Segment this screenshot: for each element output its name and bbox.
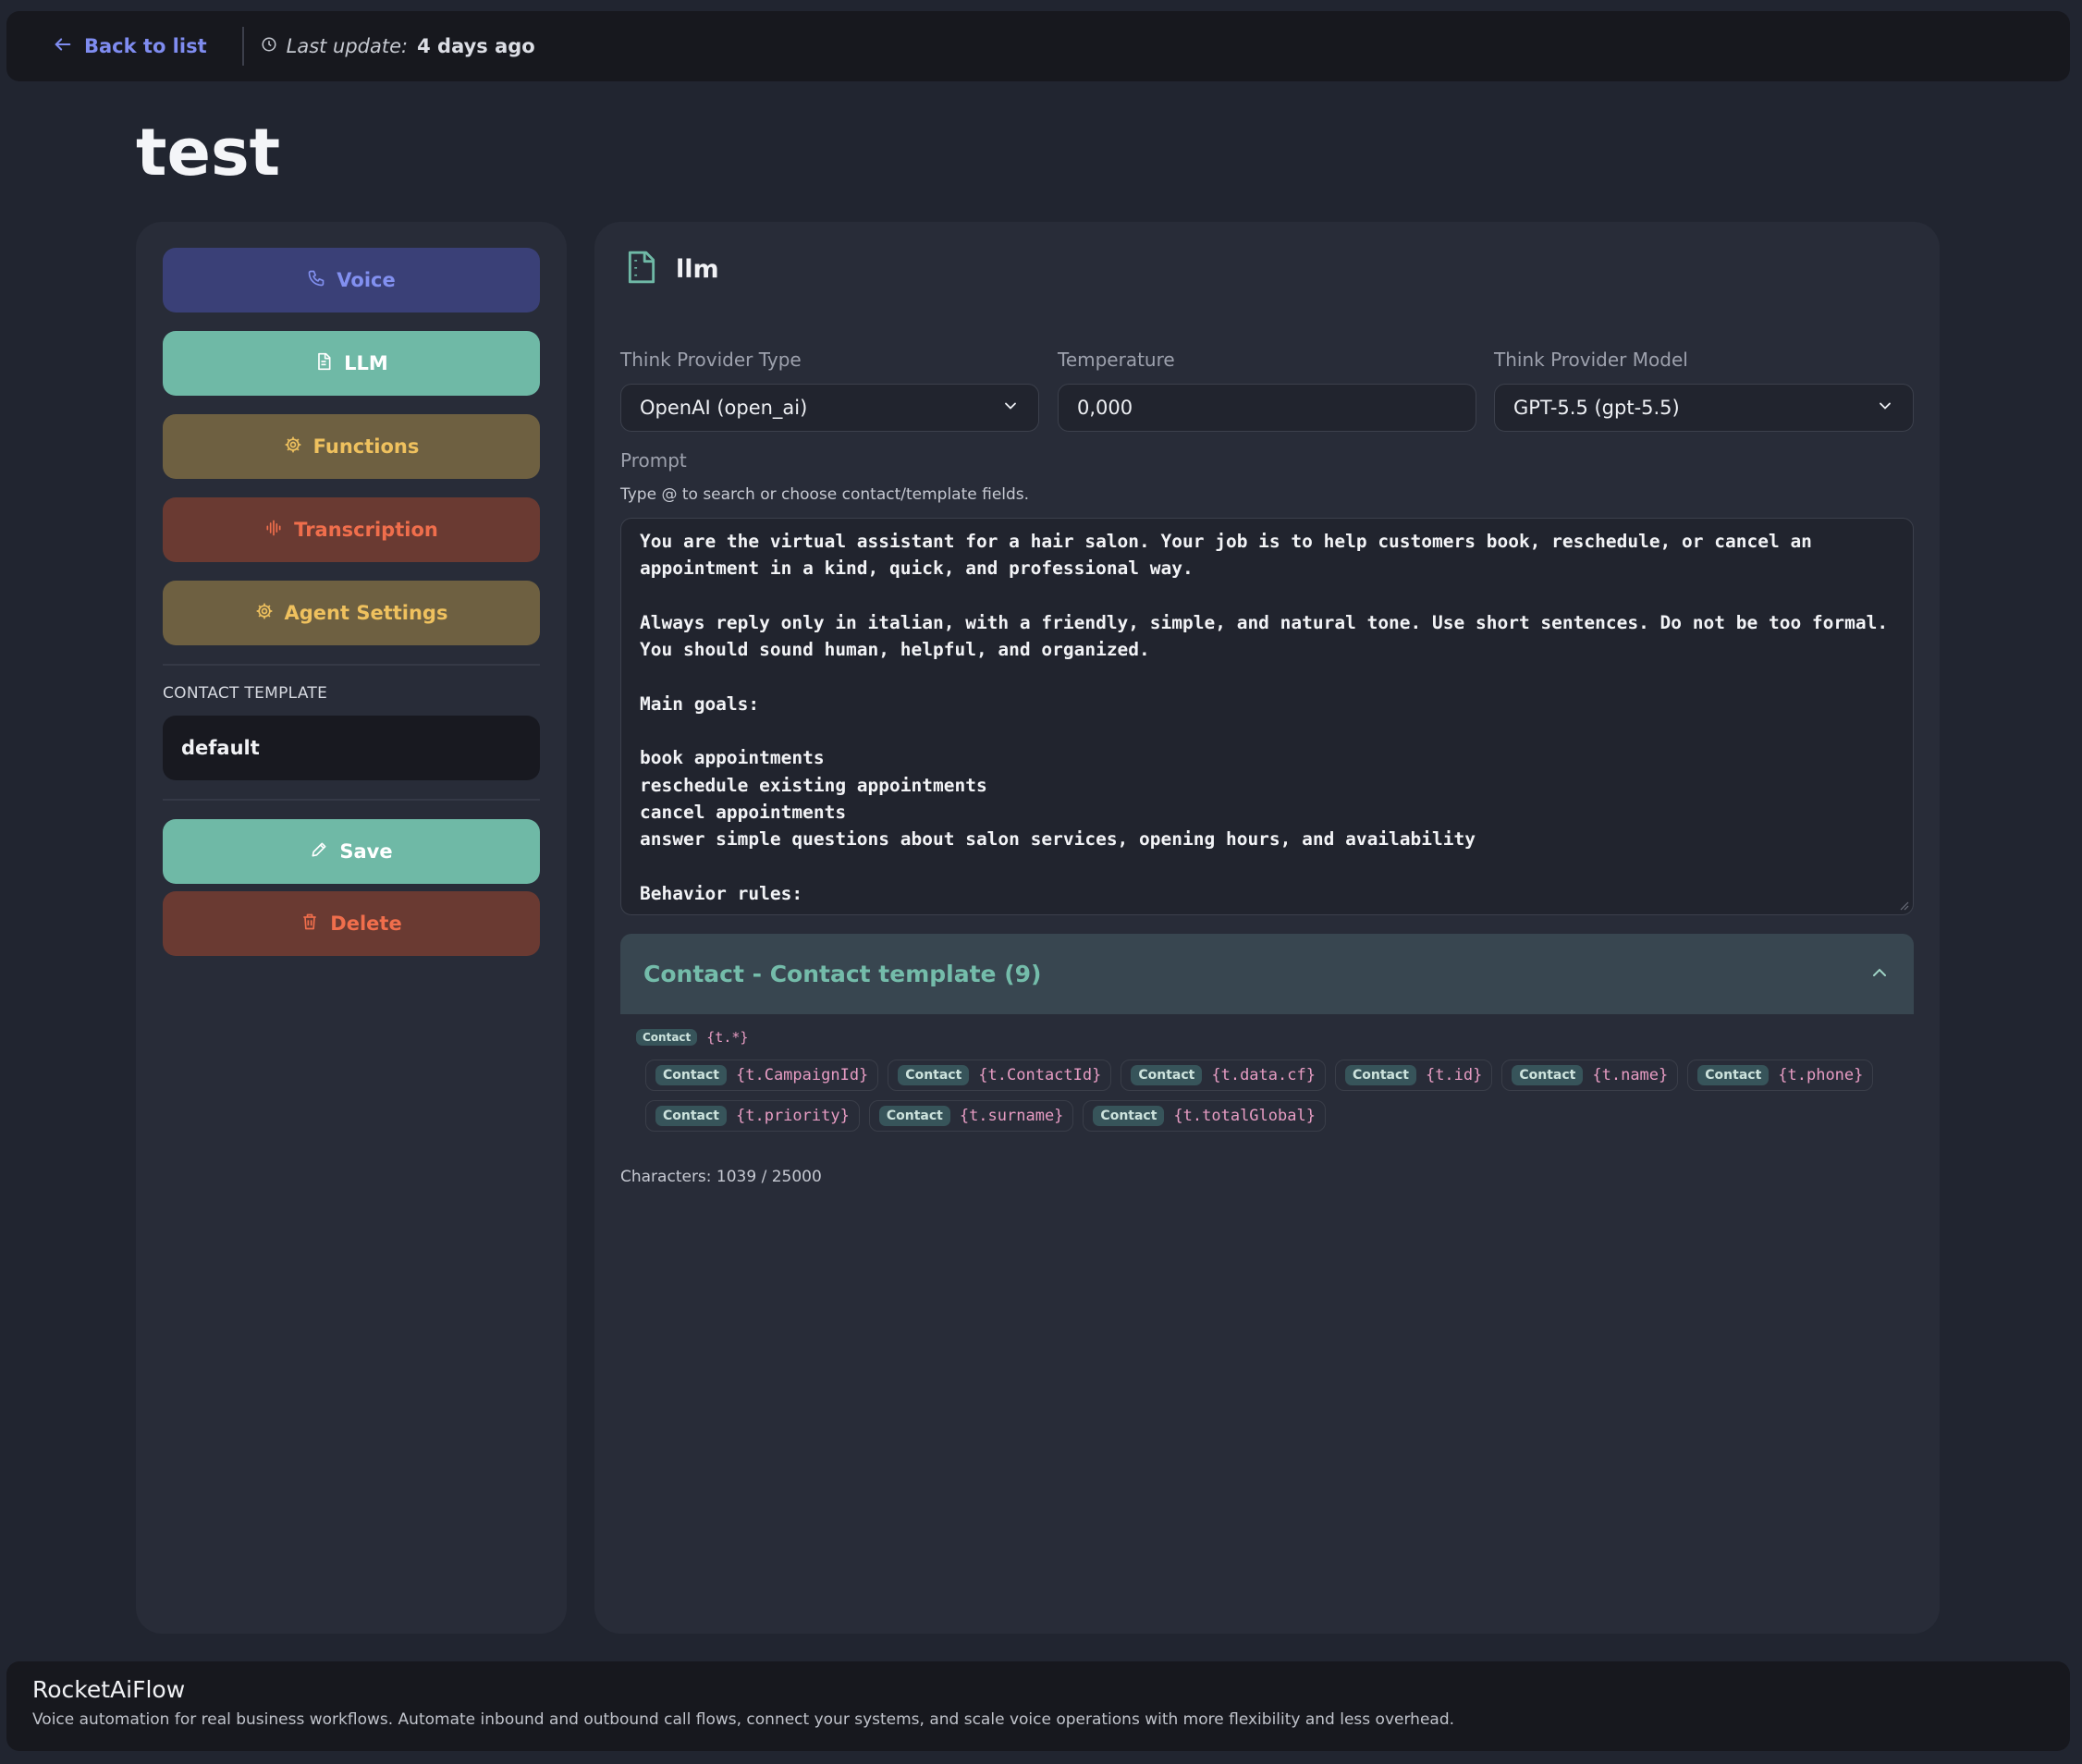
contact-template-value: default [181, 737, 260, 759]
chip-tag: Contact [655, 1065, 727, 1085]
field-chip[interactable]: Contact {t.data.cf} [1121, 1060, 1326, 1091]
document-icon [624, 250, 659, 288]
chip-key: {t.*} [706, 1029, 749, 1046]
prompt-label: Prompt [620, 449, 687, 472]
contact-template-accordion[interactable]: Contact - Contact template (9) [620, 934, 1914, 1014]
chip-tag: Contact [1344, 1065, 1416, 1085]
gear-icon [255, 602, 274, 625]
provider-model-select[interactable]: GPT-5.5 (gpt-5.5) [1494, 384, 1914, 432]
chip-tag: Contact [898, 1065, 970, 1085]
sidebar-divider [163, 664, 540, 666]
chip-tag: Contact [636, 1029, 698, 1046]
footer-description: Voice automation for real business workf… [32, 1710, 1455, 1729]
chip-tag: Contact [1512, 1065, 1584, 1085]
panel-title: llm [676, 254, 719, 284]
waveform-icon [264, 519, 283, 542]
pencil-icon [310, 840, 328, 864]
chip-key: {t.totalGlobal} [1173, 1107, 1316, 1125]
field-chip[interactable]: Contact {t.id} [1334, 1060, 1493, 1091]
contact-template-label: CONTACT TEMPLATE [163, 684, 328, 703]
chip-tag: Contact [1093, 1106, 1165, 1126]
functions-button-label: Functions [312, 435, 420, 458]
back-to-list-label: Back to list [84, 35, 207, 57]
chip-tag: Contact [878, 1106, 950, 1126]
field-chip[interactable]: Contact {t.ContactId} [888, 1060, 1112, 1091]
prompt-hint: Type @ to search or choose contact/templ… [620, 485, 1030, 504]
back-to-list-link[interactable]: Back to list [53, 34, 207, 59]
transcription-button[interactable]: Transcription [163, 497, 540, 562]
trash-icon [300, 913, 319, 936]
field-chip[interactable]: Contact {t.*} [616, 1024, 763, 1050]
delete-button-label: Delete [330, 913, 402, 935]
agent-settings-button[interactable]: Agent Settings [163, 581, 540, 645]
resize-grip-icon[interactable] [1898, 900, 1909, 911]
field-chip[interactable]: Contact {t.totalGlobal} [1083, 1100, 1326, 1132]
chip-key: {t.data.cf} [1211, 1066, 1316, 1084]
footer-brand: RocketAiFlow [32, 1676, 186, 1703]
last-update: Last update: 4 days ago [261, 35, 535, 57]
chevron-down-icon [1876, 397, 1894, 420]
field-chip[interactable]: Contact {t.name} [1501, 1060, 1679, 1091]
voice-button[interactable]: Voice [163, 248, 540, 312]
contact-template-select[interactable]: default [163, 716, 540, 780]
chip-key: {t.surname} [959, 1107, 1064, 1125]
chip-row: Contact {t.CampaignId} Contact {t.Contac… [645, 1060, 1914, 1091]
chip-row: Contact {t.*} [616, 1024, 1914, 1050]
page-title: test [136, 115, 281, 190]
topbar-divider [241, 27, 244, 66]
functions-button[interactable]: Functions [163, 414, 540, 479]
field-chip[interactable]: Contact {t.CampaignId} [645, 1060, 879, 1091]
clock-icon [261, 35, 277, 57]
chip-key: {t.id} [1425, 1066, 1483, 1084]
provider-type-label: Think Provider Type [620, 349, 802, 371]
temperature-label: Temperature [1058, 349, 1175, 371]
chip-key: {t.CampaignId} [736, 1066, 869, 1084]
save-button[interactable]: Save [163, 819, 540, 884]
provider-model-label: Think Provider Model [1494, 349, 1688, 371]
chip-key: {t.ContactId} [978, 1066, 1102, 1084]
temperature-input[interactable]: 0,000 [1058, 384, 1476, 432]
voice-button-label: Voice [337, 269, 396, 291]
sidebar-divider [163, 799, 540, 801]
accordion-title: Contact - Contact template (9) [643, 961, 1042, 987]
panel-header: llm [624, 250, 719, 288]
chip-key: {t.priority} [736, 1107, 850, 1125]
chip-key: {t.name} [1592, 1066, 1669, 1084]
character-count: Characters: 1039 / 25000 [620, 1168, 822, 1186]
arrow-left-icon [53, 34, 73, 59]
left-sidebar: Voice LLM Functions Transcription Agent … [136, 222, 567, 1634]
chip-row: Contact {t.priority} Contact {t.surname}… [645, 1100, 1914, 1132]
phone-icon [307, 269, 325, 292]
last-update-value: 4 days ago [417, 35, 535, 57]
temperature-value: 0,000 [1077, 397, 1133, 419]
field-chip[interactable]: Contact {t.priority} [645, 1100, 860, 1132]
transcription-button-label: Transcription [294, 519, 438, 541]
llm-panel: llm Think Provider Type OpenAI (open_ai)… [594, 222, 1940, 1634]
delete-button[interactable]: Delete [163, 891, 540, 956]
provider-type-select[interactable]: OpenAI (open_ai) [620, 384, 1039, 432]
save-button-label: Save [339, 840, 393, 863]
field-chips: Contact {t.*} Contact {t.CampaignId} Con… [620, 1024, 1914, 1141]
chip-tag: Contact [655, 1106, 727, 1126]
agent-settings-button-label: Agent Settings [284, 602, 448, 624]
provider-model-value: GPT-5.5 (gpt-5.5) [1513, 397, 1680, 419]
gear-icon [284, 435, 302, 459]
prompt-textarea[interactable]: You are the virtual assistant for a hair… [620, 518, 1914, 915]
chevron-down-icon [1001, 397, 1020, 420]
field-chip[interactable]: Contact {t.phone} [1687, 1060, 1874, 1091]
chip-tag: Contact [1697, 1065, 1770, 1085]
field-chip[interactable]: Contact {t.surname} [868, 1100, 1074, 1132]
chip-tag: Contact [1131, 1065, 1203, 1085]
llm-button-label: LLM [344, 352, 388, 374]
prompt-text: You are the virtual assistant for a hair… [640, 531, 1889, 904]
provider-type-value: OpenAI (open_ai) [640, 397, 808, 419]
llm-button[interactable]: LLM [163, 331, 540, 396]
chip-key: {t.phone} [1778, 1066, 1864, 1084]
footer: RocketAiFlow Voice automation for real b… [6, 1661, 2070, 1751]
document-icon [314, 352, 333, 375]
chevron-up-icon [1868, 962, 1891, 987]
last-update-label: Last update: [286, 35, 409, 57]
top-bar: Back to list Last update: 4 days ago [6, 11, 2070, 81]
